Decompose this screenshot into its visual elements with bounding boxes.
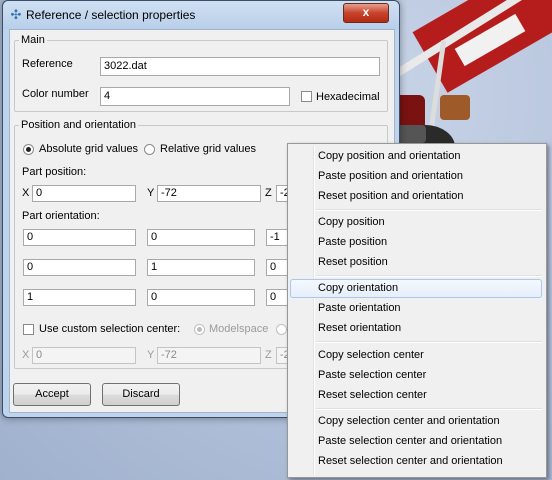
matrix-r1c2[interactable]: 0 <box>147 229 255 246</box>
x-label: X <box>22 187 30 199</box>
menu-separator <box>316 209 542 211</box>
reference-input[interactable]: 3022.dat <box>100 57 380 76</box>
z-label: Z <box>265 187 272 199</box>
position-y-input[interactable]: -72 <box>157 185 261 202</box>
context-menu: Copy position and orientation Paste posi… <box>287 143 547 478</box>
accept-button[interactable]: Accept <box>13 383 91 406</box>
model-grey-part <box>396 125 426 143</box>
matrix-r2c2[interactable]: 1 <box>147 259 255 276</box>
menu-item-paste-position-orientation[interactable]: Paste position and orientation <box>290 167 542 186</box>
reference-label: Reference <box>22 58 73 70</box>
menu-item-copy-selection-center[interactable]: Copy selection center <box>290 346 542 365</box>
part-position-label: Part position: <box>22 166 87 178</box>
app-icon: ✣ <box>10 7 22 22</box>
position-x-input[interactable]: 0 <box>32 185 136 202</box>
menu-item-reset-center-orientation[interactable]: Reset selection center and orientation <box>290 452 542 471</box>
menu-separator <box>316 408 542 410</box>
menu-item-reset-position[interactable]: Reset position <box>290 253 542 272</box>
part-orientation-label: Part orientation: <box>22 210 100 222</box>
menu-item-paste-center-orientation[interactable]: Paste selection center and orientation <box>290 432 542 451</box>
menu-item-reset-selection-center[interactable]: Reset selection center <box>290 386 542 405</box>
menu-item-copy-center-orientation[interactable]: Copy selection center and orientation <box>290 412 542 431</box>
menu-item-paste-orientation[interactable]: Paste orientation <box>290 299 542 318</box>
hexadecimal-label: Hexadecimal <box>316 91 380 103</box>
menu-item-copy-orientation[interactable]: Copy orientation <box>290 279 542 298</box>
y-label: Y <box>147 187 155 199</box>
custom-center-checkbox[interactable] <box>23 324 34 335</box>
menu-item-reset-orientation[interactable]: Reset orientation <box>290 319 542 338</box>
center-y-input[interactable]: -72 <box>157 347 261 364</box>
menu-item-copy-position[interactable]: Copy position <box>290 213 542 232</box>
center-x-input[interactable]: 0 <box>32 347 136 364</box>
relative-grid-label: Relative grid values <box>160 143 256 155</box>
menu-item-paste-selection-center[interactable]: Paste selection center <box>290 366 542 385</box>
modelspace-radio[interactable] <box>194 324 205 335</box>
color-number-label: Color number <box>22 88 89 100</box>
menu-item-paste-position[interactable]: Paste position <box>290 233 542 252</box>
position-legend: Position and orientation <box>21 119 136 131</box>
menu-separator <box>316 275 542 277</box>
absolute-grid-label: Absolute grid values <box>39 143 139 155</box>
menu-item-reset-position-orientation[interactable]: Reset position and orientation <box>290 187 542 206</box>
window-title: Reference / selection properties <box>26 8 196 22</box>
hexadecimal-checkbox[interactable] <box>301 91 312 102</box>
other-space-radio[interactable] <box>276 324 287 335</box>
menu-separator <box>316 341 542 343</box>
model-orange-part <box>440 95 470 120</box>
modelspace-label: Modelspace <box>209 323 269 335</box>
center-y-label: Y <box>147 349 155 361</box>
menu-item-copy-position-orientation[interactable]: Copy position and orientation <box>290 147 542 166</box>
close-button[interactable]: x <box>343 3 389 23</box>
main-legend: Main <box>21 34 45 46</box>
matrix-r3c1[interactable]: 1 <box>23 289 136 306</box>
absolute-grid-radio[interactable] <box>23 144 34 155</box>
custom-center-label: Use custom selection center: <box>39 323 181 335</box>
matrix-r2c1[interactable]: 0 <box>23 259 136 276</box>
matrix-r1c1[interactable]: 0 <box>23 229 136 246</box>
relative-grid-radio[interactable] <box>144 144 155 155</box>
matrix-r3c2[interactable]: 0 <box>147 289 255 306</box>
title-bar[interactable]: ✣ Reference / selection properties x <box>3 1 399 29</box>
center-z-label: Z <box>265 349 272 361</box>
center-x-label: X <box>22 349 30 361</box>
color-number-input[interactable]: 4 <box>100 87 290 106</box>
discard-button[interactable]: Discard <box>102 383 180 406</box>
